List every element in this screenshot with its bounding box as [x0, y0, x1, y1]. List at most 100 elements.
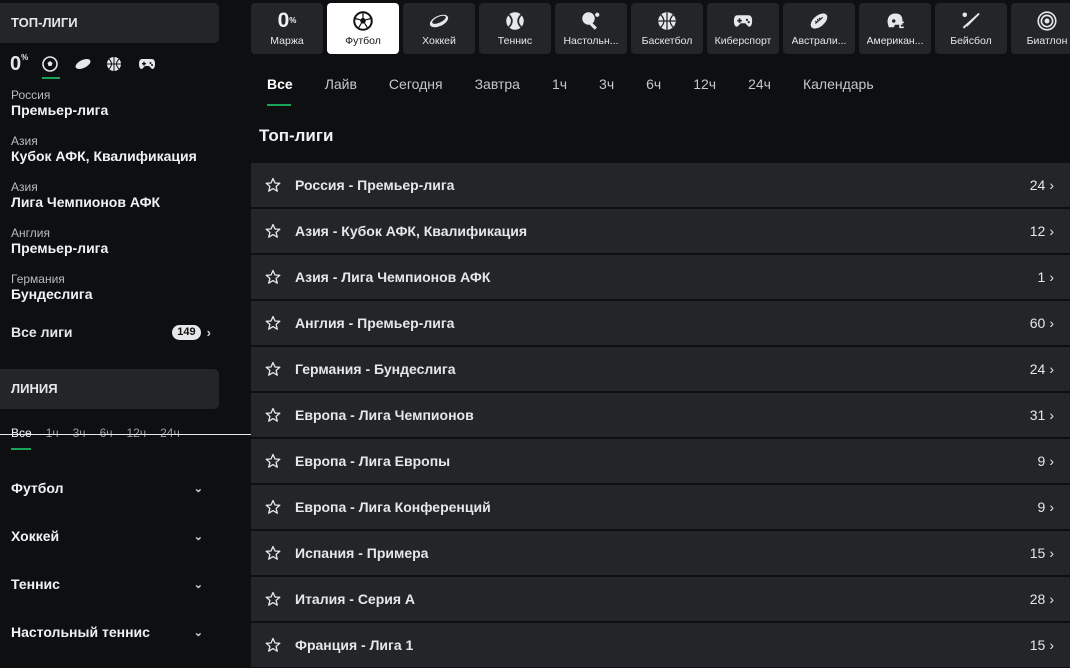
tile-baseball[interactable]: Бейсбол [935, 3, 1007, 54]
star-icon[interactable] [265, 315, 281, 331]
league-row[interactable]: Россия - Премьер-лига 24 › [251, 163, 1070, 207]
line-tab-1h[interactable]: 1ч [46, 426, 59, 440]
gamepad-icon [139, 59, 155, 69]
sidebar-league-item[interactable]: Англия Премьер-лига [11, 226, 108, 257]
line-tab-24h[interactable]: 24ч [160, 426, 180, 440]
tile-marja[interactable]: 0% Маржа [251, 3, 323, 54]
star-icon[interactable] [265, 591, 281, 607]
league-name: Кубок АФК, Квалификация [11, 148, 197, 164]
line-tab-6h[interactable]: 6ч [100, 426, 113, 440]
tile-biathlon[interactable]: Биатлон [1011, 3, 1070, 54]
star-icon[interactable] [265, 269, 281, 285]
sidebar-esports-filter[interactable] [138, 52, 170, 76]
match-count: 12 [1029, 223, 1046, 239]
basketball-icon [658, 12, 676, 30]
star-icon[interactable] [265, 499, 281, 515]
tile-soccer[interactable]: Футбол [327, 3, 399, 54]
league-row[interactable]: Азия - Кубок АФК, Квалификация 12 › [251, 209, 1070, 253]
star-icon[interactable] [265, 361, 281, 377]
league-name: Европа - Лига Европы [295, 453, 451, 469]
league-row[interactable]: Европа - Лига Европы 9 › [251, 439, 1070, 483]
tile-label: Маржа [270, 35, 304, 47]
tile-label: Баскетбол [641, 35, 693, 47]
tile-label: Американ... [866, 35, 924, 47]
tile-american-football[interactable]: Американ... [859, 3, 931, 54]
tab-6h[interactable]: 6ч [646, 76, 661, 96]
sport-label: Хоккей [11, 528, 60, 544]
league-row[interactable]: Испания - Примера 15 › [251, 531, 1070, 575]
star-icon[interactable] [265, 223, 281, 239]
tile-label: Настольн... [563, 35, 619, 47]
tile-label: Хоккей [422, 35, 456, 47]
league-row[interactable]: Италия - Серия А 28 › [251, 577, 1070, 621]
marja-unit: % [289, 16, 297, 25]
tile-esports[interactable]: Киберспорт [707, 3, 779, 54]
line-tab-12h[interactable]: 12ч [127, 426, 147, 440]
league-row[interactable]: Европа - Лига Конференций 9 › [251, 485, 1070, 529]
tile-label: Австрали... [791, 35, 847, 47]
league-name: Премьер-лига [11, 102, 109, 118]
tile-label: Футбол [345, 35, 381, 47]
tab-calendar[interactable]: Календарь [803, 76, 874, 96]
sidebar-marja-filter[interactable]: 0% [10, 52, 42, 76]
tab-3h[interactable]: 3ч [599, 76, 614, 96]
sidebar-basketball-filter[interactable] [106, 52, 138, 76]
league-name: Азия - Кубок АФК, Квалификация [295, 223, 528, 239]
tile-table-tennis[interactable]: Настольн... [555, 3, 627, 54]
tab-tomorrow[interactable]: Завтра [475, 76, 520, 96]
sidebar-league-item[interactable]: Азия Лига Чемпионов АФК [11, 180, 160, 211]
sidebar-sport-soccer[interactable]: Футбол ⌄ [11, 478, 203, 498]
tile-label: Киберспорт [714, 35, 772, 47]
star-icon[interactable] [265, 177, 281, 193]
chevron-down-icon: ⌄ [193, 482, 203, 495]
sidebar-hockey-filter[interactable] [74, 52, 106, 76]
match-count: 9 [1037, 453, 1046, 469]
sidebar-league-item[interactable]: Азия Кубок АФК, Квалификация [11, 134, 197, 165]
all-leagues-link[interactable]: Все лиги 149 › [11, 322, 211, 342]
league-row[interactable]: Европа - Лига Чемпионов 31 › [251, 393, 1070, 437]
chevron-right-icon: › [1049, 361, 1054, 377]
line-tab-3h[interactable]: 3ч [73, 426, 86, 440]
league-list: Россия - Премьер-лига 24 › Азия - Кубок А… [251, 163, 1070, 668]
tile-tennis[interactable]: Теннис [479, 3, 551, 54]
target-icon [1037, 11, 1057, 31]
tab-today[interactable]: Сегодня [389, 76, 443, 96]
sidebar-league-item[interactable]: Россия Премьер-лига [11, 88, 108, 119]
star-icon[interactable] [265, 407, 281, 423]
tile-australian-football[interactable]: Австрали... [783, 3, 855, 54]
league-country: Россия [11, 88, 51, 102]
league-row[interactable]: Германия - Бундеслига 24 › [251, 347, 1070, 391]
match-count: 60 [1029, 315, 1046, 331]
tile-hockey[interactable]: Хоккей [403, 3, 475, 54]
tile-label: Бейсбол [950, 35, 992, 47]
sidebar: ТОП-ЛИГИ 0% Россия Премьер-лига Азия Куб… [0, 0, 230, 668]
star-icon[interactable] [265, 637, 281, 653]
league-row[interactable]: Франция - Лига 1 15 › [251, 623, 1070, 667]
tab-12h[interactable]: 12ч [693, 76, 716, 96]
rugby-ball-icon [810, 13, 828, 29]
sidebar-sport-table-tennis[interactable]: Настольный теннис ⌄ [11, 622, 203, 642]
sidebar-sport-tennis[interactable]: Теннис ⌄ [11, 574, 203, 594]
marja-value: 0 [10, 52, 22, 75]
chevron-right-icon: › [1049, 637, 1054, 653]
sidebar-sport-hockey[interactable]: Хоккей ⌄ [11, 526, 203, 546]
tab-live[interactable]: Лайв [325, 76, 357, 96]
chevron-right-icon: › [1049, 223, 1054, 239]
tab-24h[interactable]: 24ч [748, 76, 771, 96]
all-leagues-count-badge: 149 [172, 324, 201, 340]
tile-basketball[interactable]: Баскетбол [631, 3, 703, 54]
sidebar-soccer-filter[interactable] [42, 52, 74, 79]
chevron-right-icon: › [1049, 177, 1054, 193]
league-country: Германия [11, 272, 65, 286]
line-tab-all[interactable]: Все [11, 426, 32, 450]
sidebar-league-item[interactable]: Германия Бундеслига [11, 272, 93, 303]
tab-1h[interactable]: 1ч [552, 76, 567, 96]
sport-label: Футбол [11, 480, 64, 496]
league-row[interactable]: Азия - Лига Чемпионов АФК 1 › [251, 255, 1070, 299]
league-row[interactable]: Англия - Премьер-лига 60 › [251, 301, 1070, 345]
tab-all[interactable]: Все [267, 76, 293, 106]
league-name: Россия - Премьер-лига [295, 177, 455, 193]
star-icon[interactable] [265, 453, 281, 469]
star-icon[interactable] [265, 545, 281, 561]
chevron-down-icon: ⌄ [193, 578, 203, 591]
